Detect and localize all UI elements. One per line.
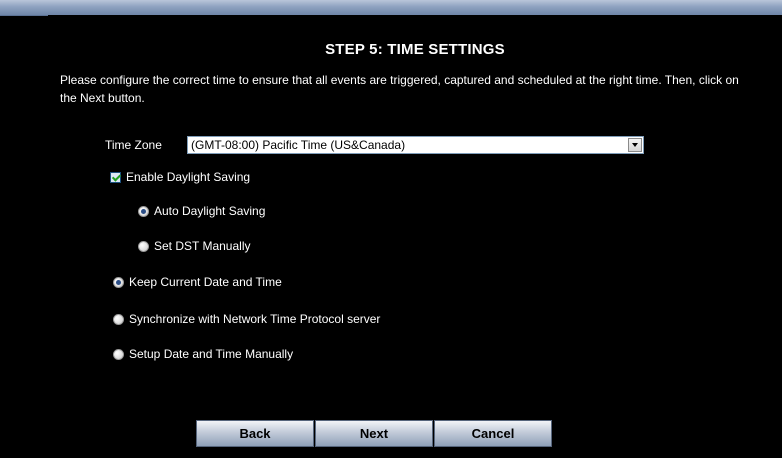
enable-daylight-saving-label: Enable Daylight Saving — [126, 170, 251, 184]
time-zone-value: (GMT-08:00) Pacific Time (US&Canada) — [191, 138, 406, 152]
top-banner-bar — [0, 0, 782, 16]
page-title: STEP 5: TIME SETTINGS — [325, 41, 505, 58]
enable-daylight-saving-checkbox[interactable] — [110, 171, 121, 183]
keep-current-date-time-option[interactable]: Keep Current Date and Time — [113, 275, 282, 289]
back-button[interactable]: Back — [196, 420, 314, 447]
keep-current-date-time-radio[interactable] — [113, 276, 124, 288]
set-dst-manually-label: Set DST Manually — [154, 239, 251, 253]
wizard-button-bar: Back Next Cancel — [196, 420, 553, 447]
time-zone-label: Time Zone — [105, 138, 162, 152]
setup-manually-label: Setup Date and Time Manually — [129, 347, 294, 361]
auto-daylight-saving-option[interactable]: Auto Daylight Saving — [138, 204, 265, 218]
chevron-down-icon[interactable] — [628, 138, 642, 152]
auto-daylight-saving-radio[interactable] — [138, 205, 149, 217]
set-dst-manually-radio[interactable] — [138, 240, 149, 252]
time-settings-panel: STEP 5: TIME SETTINGS Please configure t… — [48, 15, 782, 458]
time-zone-select[interactable]: (GMT-08:00) Pacific Time (US&Canada) — [187, 136, 644, 154]
auto-daylight-saving-label: Auto Daylight Saving — [154, 204, 266, 218]
keep-current-date-time-label: Keep Current Date and Time — [129, 275, 282, 289]
page-description: Please configure the correct time to ens… — [60, 73, 739, 105]
sync-ntp-label: Synchronize with Network Time Protocol s… — [129, 312, 381, 326]
next-button[interactable]: Next — [315, 420, 433, 447]
setup-manually-radio[interactable] — [113, 348, 124, 360]
cancel-button[interactable]: Cancel — [434, 420, 552, 447]
sync-ntp-option[interactable]: Synchronize with Network Time Protocol s… — [113, 312, 380, 326]
set-dst-manually-option[interactable]: Set DST Manually — [138, 239, 251, 253]
setup-manually-option[interactable]: Setup Date and Time Manually — [113, 347, 293, 361]
sync-ntp-radio[interactable] — [113, 313, 124, 325]
enable-daylight-saving-row[interactable]: Enable Daylight Saving — [110, 170, 250, 184]
